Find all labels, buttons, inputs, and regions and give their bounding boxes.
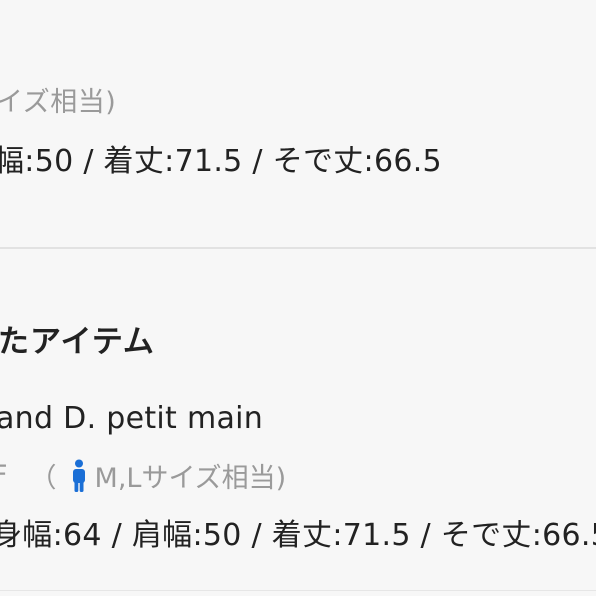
bottom-divider <box>0 590 596 591</box>
section-heading: たアイテム <box>0 324 155 360</box>
related-items-section: たアイテム and D. petit main F （ M,Lサイズ相当) 身幅… <box>0 249 596 596</box>
brand-link[interactable]: and D. petit main <box>0 401 263 436</box>
person-icon <box>71 459 87 493</box>
measurements-text: 幅:50 / 着丈:71.5 / そで丈:66.5 <box>0 144 442 179</box>
size-label: M,Lサイズ相当) <box>94 463 287 494</box>
size-equivalent-note: イズ相当) <box>0 87 117 118</box>
size-open-paren: （ <box>29 463 57 494</box>
previous-item-section: イズ相当) 幅:50 / 着丈:71.5 / そで丈:66.5 <box>0 0 596 247</box>
screen: イズ相当) 幅:50 / 着丈:71.5 / そで丈:66.5 たアイテム an… <box>0 0 596 596</box>
size-line: F （ M,Lサイズ相当) <box>0 456 286 495</box>
size-prefix: F <box>0 460 8 491</box>
measurements-text: 身幅:64 / 肩幅:50 / 着丈:71.5 / そで丈:66.5 <box>0 518 596 553</box>
